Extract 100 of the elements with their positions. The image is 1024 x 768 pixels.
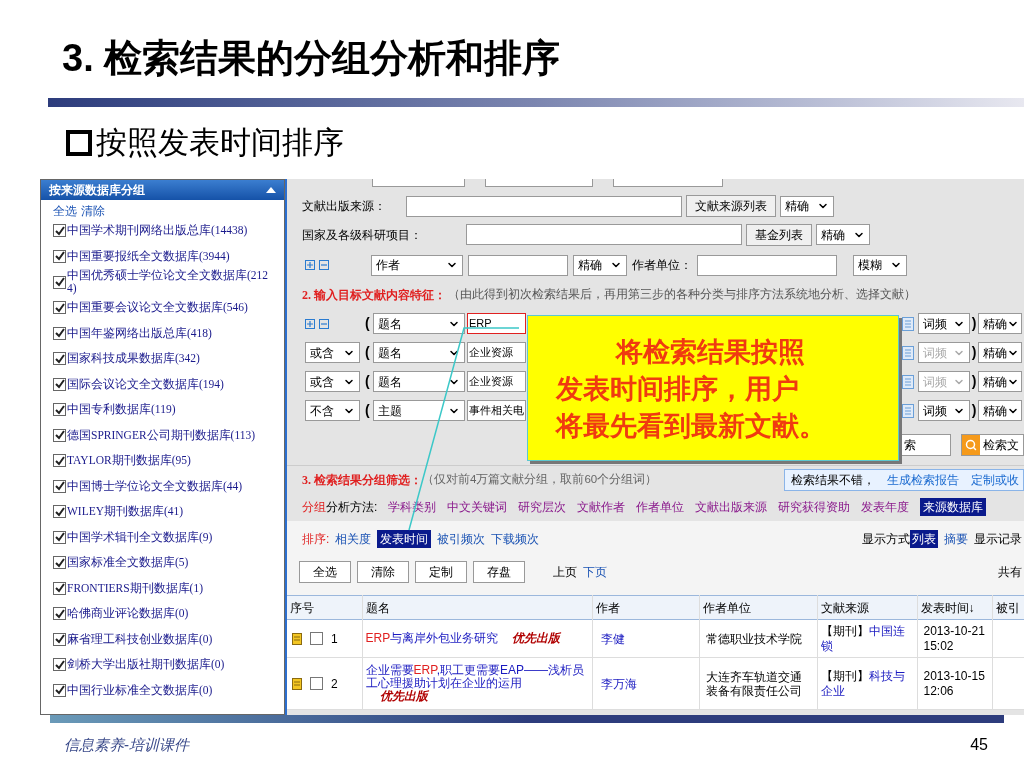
database-link[interactable]: 中国博士学位论文全文数据库(44)	[67, 479, 243, 493]
database-link[interactable]: 国际会议论文全文数据库(194)	[67, 377, 224, 391]
input-field[interactable]	[372, 179, 465, 187]
checkbox[interactable]	[53, 658, 66, 672]
action-button[interactable]: 全选	[299, 561, 351, 583]
database-link[interactable]: 国家标准全文数据库(5)	[67, 556, 189, 570]
title-link[interactable]: 企业需要ERP,职工更需要EAP——浅析员工心理援助计划在企业的运用	[365, 664, 589, 690]
database-link[interactable]: 中国行业标准全文数据库(0)	[67, 683, 213, 697]
row-checkbox[interactable]	[310, 632, 323, 645]
column-header[interactable]: 发表时间↓	[917, 595, 992, 620]
group-method-link[interactable]: 文献出版来源	[695, 498, 768, 516]
checkbox[interactable]	[53, 607, 66, 621]
match-select[interactable]: 精确	[978, 400, 1022, 421]
checkbox[interactable]	[53, 479, 66, 493]
sidebar-link[interactable]: 清除	[81, 204, 105, 218]
document-search-button[interactable]: 检索文	[961, 434, 1024, 456]
checkbox[interactable]	[53, 530, 66, 544]
source-list-button[interactable]: 文献来源列表	[686, 195, 776, 217]
expand-icon[interactable]	[305, 260, 315, 270]
database-link[interactable]: 中国学术辑刊全文数据库(9)	[67, 530, 213, 544]
match-select[interactable]: 精确	[816, 224, 870, 245]
source-text[interactable]: 【期刊】中国连锁	[820, 623, 914, 654]
input-field[interactable]	[468, 254, 568, 276]
input-field[interactable]: 事件相关电	[467, 400, 526, 421]
column-header[interactable]: 被引	[992, 595, 1024, 620]
database-link[interactable]: 中国重要报纸全文数据库(3944)	[67, 249, 230, 263]
group-method-link[interactable]: 来源数据库	[920, 498, 987, 516]
report-link[interactable]: 生成检索报告	[887, 470, 959, 489]
checkbox[interactable]	[53, 403, 66, 417]
expand-icon[interactable]	[305, 318, 315, 329]
author-link[interactable]: 李万海	[600, 676, 637, 691]
sort-option[interactable]: 下载频次	[491, 530, 540, 548]
database-link[interactable]: 麻省理工科技创业数据库(0)	[67, 632, 213, 646]
collapse-icon[interactable]	[319, 318, 329, 329]
group-method-link[interactable]: 文献作者	[577, 498, 626, 516]
action-button[interactable]: 定制	[415, 561, 467, 583]
group-method-link[interactable]: 研究获得资助	[778, 498, 851, 516]
field-select[interactable]: 作者	[371, 254, 463, 276]
checkbox[interactable]	[53, 326, 66, 340]
checkbox[interactable]	[53, 581, 66, 595]
action-button[interactable]: 存盘	[473, 561, 525, 583]
group-method-link[interactable]: 研究层次	[518, 498, 567, 516]
checkbox[interactable]	[53, 632, 66, 646]
sort-option[interactable]: 相关度	[335, 530, 372, 548]
checkbox[interactable]	[53, 683, 66, 697]
sort-option[interactable]: 被引频次	[437, 530, 486, 548]
database-link[interactable]: 中国学术期刊网络出版总库(14438)	[67, 224, 248, 238]
database-link[interactable]: 中国优秀硕士学位论文全文数据库(2124)	[67, 269, 272, 295]
frequency-select[interactable]: 词频	[918, 400, 970, 421]
checkbox[interactable]	[53, 352, 66, 366]
input-field[interactable]	[697, 254, 837, 276]
database-link[interactable]: 中国重要会议论文全文数据库(546)	[67, 301, 248, 315]
fund-list-button[interactable]: 基金列表	[746, 223, 812, 246]
checkbox[interactable]	[53, 249, 66, 263]
checkbox[interactable]	[53, 505, 66, 519]
database-link[interactable]: 德国SPRINGER公司期刊数据库(113)	[67, 428, 256, 442]
field-select[interactable]: 题名	[373, 313, 465, 334]
match-select[interactable]: 模糊	[853, 254, 907, 276]
column-header[interactable]: 序号	[287, 595, 362, 620]
database-link[interactable]: FRONTIERS期刊数据库(1)	[67, 581, 204, 595]
group-method-link[interactable]: 作者单位	[636, 498, 685, 516]
match-select[interactable]: 精确	[573, 254, 627, 276]
database-link[interactable]: 哈佛商业评论数据库(0)	[67, 607, 189, 621]
column-header[interactable]: 作者单位	[699, 595, 817, 620]
sort-option[interactable]: 发表时间	[377, 530, 432, 548]
input-field[interactable]: ERP	[467, 313, 526, 334]
checkbox[interactable]	[53, 428, 66, 442]
collapse-icon[interactable]	[319, 260, 329, 270]
document-icon[interactable]	[292, 632, 302, 645]
title-link[interactable]: ERP与离岸外包业务研究	[365, 632, 499, 645]
input-field[interactable]	[485, 179, 593, 187]
source-text[interactable]: 【期刊】科技与企业	[820, 668, 914, 699]
sidebar-header[interactable]: 按来源数据库分组	[41, 180, 284, 200]
group-method-link[interactable]: 发表年度	[861, 498, 910, 516]
frequency-select[interactable]: 词频	[918, 313, 970, 334]
view-option[interactable]: 列表	[910, 530, 938, 548]
checkbox[interactable]	[53, 377, 66, 391]
database-link[interactable]: 国家科技成果数据库(342)	[67, 352, 200, 366]
search-button[interactable]: 索	[901, 434, 951, 456]
database-link[interactable]: TAYLOR期刊数据库(95)	[67, 454, 191, 468]
database-link[interactable]: 中国专利数据库(119)	[67, 403, 176, 417]
checkbox[interactable]	[53, 454, 66, 468]
view-option[interactable]: 摘要	[944, 530, 968, 548]
report-link[interactable]: 定制或收	[971, 470, 1019, 489]
match-select[interactable]: 精确	[978, 313, 1022, 334]
checkbox[interactable]	[53, 556, 66, 570]
checkbox[interactable]	[53, 301, 66, 315]
logic-select[interactable]: 不含	[305, 400, 360, 421]
match-select[interactable]: 精确	[780, 195, 834, 217]
group-method-link[interactable]: 中文关键词	[447, 498, 508, 516]
column-header[interactable]: 题名	[362, 595, 592, 620]
column-header[interactable]: 作者	[592, 595, 699, 620]
author-link[interactable]: 李健	[600, 631, 625, 646]
input-field[interactable]	[466, 224, 742, 245]
field-select[interactable]: 主题	[373, 400, 465, 421]
checkbox[interactable]	[53, 224, 66, 238]
column-header[interactable]: 文献来源	[817, 595, 917, 620]
action-button[interactable]: 清除	[357, 561, 409, 583]
database-link[interactable]: 剑桥大学出版社期刊数据库(0)	[67, 658, 225, 672]
checkbox[interactable]	[53, 275, 66, 289]
